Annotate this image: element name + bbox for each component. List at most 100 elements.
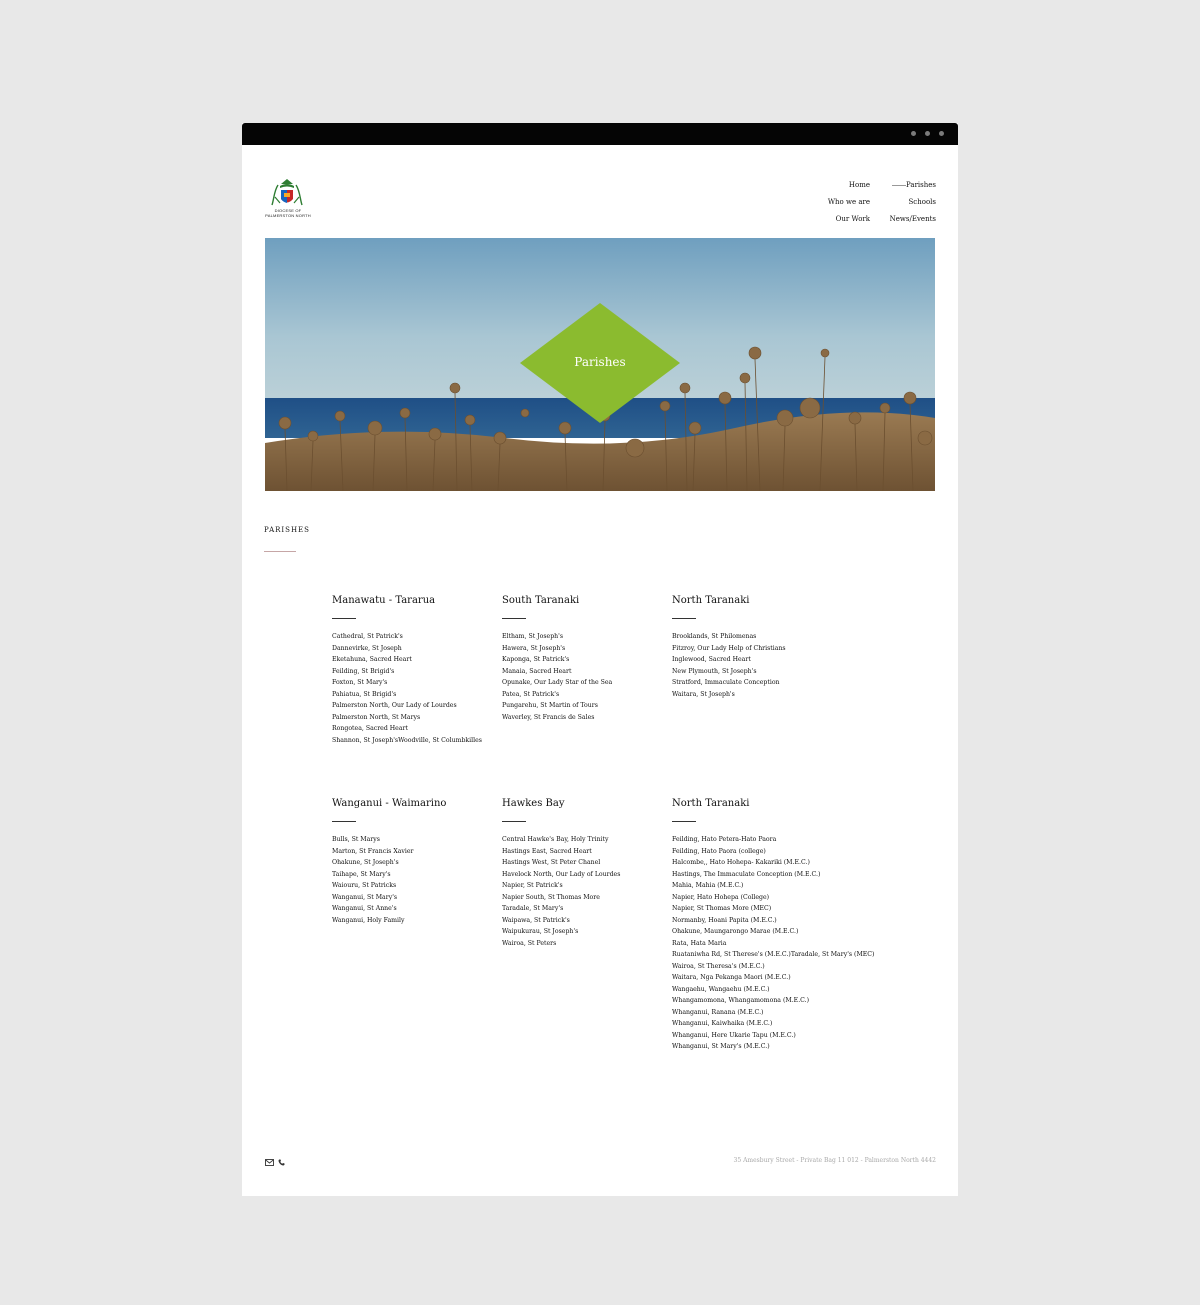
parish-item[interactable]: Feilding, Hato Petera-Hato Paora [672, 834, 902, 846]
parish-item[interactable]: Napier South, St Thomas More [502, 892, 667, 904]
parish-item[interactable]: Feilding, St Brigid's [332, 666, 497, 678]
parish-item[interactable]: Napier, St Thomas More (MEC) [672, 903, 902, 915]
parish-item[interactable]: Kaponga, St Patrick's [502, 654, 667, 666]
parish-item[interactable]: Whanganui, Here Ukarie Tapu (M.E.C.) [672, 1030, 902, 1042]
footer-contact-icons [265, 1159, 285, 1166]
window-dot-icon[interactable] [911, 131, 916, 136]
hero-title: Parishes [574, 355, 626, 369]
parish-item[interactable]: Napier, Hato Hohepa (College) [672, 892, 902, 904]
nav-news-events[interactable]: News/Events [886, 211, 936, 228]
section-label: PARISHES [264, 526, 310, 534]
parish-item[interactable]: Wairoa, St Peters [502, 938, 667, 950]
parish-item[interactable]: Central Hawke's Bay, Holy Trinity [502, 834, 667, 846]
parish-item[interactable]: Feilding, Hato Paora (college) [672, 846, 902, 858]
parish-item[interactable]: Wangaehu, Wangaehu (M.E.C.) [672, 984, 902, 996]
window-controls [911, 131, 944, 136]
hero-banner: Parishes [265, 238, 935, 491]
logo-caption: DIOCESE OF PALMERSTON NORTH [265, 208, 311, 218]
parish-item[interactable]: Waiouru, St Patricks [332, 880, 497, 892]
parish-item[interactable]: Dannevirke, St Joseph [332, 643, 497, 655]
parish-item[interactable]: Whanganui, Kaiwhaika (M.E.C.) [672, 1018, 902, 1030]
parish-item[interactable]: Hawera, St Joseph's [502, 643, 667, 655]
region-column: Manawatu - Tararua Cathedral, St Patrick… [332, 594, 497, 746]
parish-item[interactable]: Wanganui, Holy Family [332, 915, 497, 927]
footer-address: 35 Amesbury Street - Private Bag 11 012 … [733, 1157, 936, 1164]
parish-item[interactable]: Bulls, St Marys [332, 834, 497, 846]
parish-item[interactable]: Taihape, St Mary's [332, 869, 497, 881]
parish-item[interactable]: Whanganui, Ranana (M.E.C.) [672, 1007, 902, 1019]
parish-item[interactable]: Halcombe,, Hato Hohepa- Kakariki (M.E.C.… [672, 857, 902, 869]
region-divider [672, 618, 696, 619]
parish-item[interactable]: Whanganui, St Mary's (M.E.C.) [672, 1041, 902, 1053]
parish-item[interactable]: Pahiatua, St Brigid's [332, 689, 497, 701]
window-dot-icon[interactable] [939, 131, 944, 136]
parish-item[interactable]: Eketahuna, Sacred Heart [332, 654, 497, 666]
parish-item[interactable]: Stratford, Immaculate Conception [672, 677, 837, 689]
region-divider [332, 618, 356, 619]
region-column: Hawkes Bay Central Hawke's Bay, Holy Tri… [502, 797, 667, 949]
parish-item[interactable]: Opunake, Our Lady Star of the Sea [502, 677, 667, 689]
parish-item[interactable]: Ohakune, Maungarongo Marae (M.E.C.) [672, 926, 902, 938]
browser-window: DIOCESE OF PALMERSTON NORTH Home Who we … [242, 123, 958, 1196]
parish-list: Cathedral, St Patrick's Dannevirke, St Jo… [332, 631, 497, 746]
parish-item[interactable]: Rata, Hata Maria [672, 938, 902, 950]
nav-schools[interactable]: Schools [886, 194, 936, 211]
region-title: South Taranaki [502, 595, 580, 606]
parish-item[interactable]: Mahia, Mahia (M.E.C.) [672, 880, 902, 892]
parish-item[interactable]: Whangamomona, Whangamomona (M.E.C.) [672, 995, 902, 1007]
parish-item[interactable]: Havelock North, Our Lady of Lourdes [502, 869, 667, 881]
parish-item[interactable]: Hastings East, Sacred Heart [502, 846, 667, 858]
parish-item[interactable]: Ohakune, St Joseph's [332, 857, 497, 869]
parish-list: Bulls, St Marys Marton, St Francis Xavier… [332, 834, 497, 926]
parish-item[interactable]: Rongotea, Sacred Heart [332, 723, 497, 735]
parish-list: Central Hawke's Bay, Holy Trinity Hasting… [502, 834, 667, 949]
region-divider [672, 821, 696, 822]
parish-item[interactable]: Shannon, St Joseph'sWoodville, St Columb… [332, 735, 497, 747]
phone-icon[interactable] [278, 1159, 285, 1166]
parish-item[interactable]: Eltham, St Joseph's [502, 631, 667, 643]
mail-icon[interactable] [265, 1159, 274, 1166]
parish-item[interactable]: Pungarehu, St Martin of Tours [502, 700, 667, 712]
parish-item[interactable]: Marton, St Francis Xavier [332, 846, 497, 858]
region-divider [332, 821, 356, 822]
region-column: North Taranaki Brooklands, St Philomenas… [672, 594, 837, 700]
crest-icon [271, 179, 303, 206]
nav-active-item: Parishes [886, 177, 936, 194]
region-title: North Taranaki [672, 798, 750, 809]
region-divider [502, 821, 526, 822]
parish-item[interactable]: Palmerston North, St Marys [332, 712, 497, 724]
nav-home[interactable]: Home [824, 177, 870, 194]
parish-item[interactable]: Waverley, St Francis de Sales [502, 712, 667, 724]
parish-item[interactable]: Inglewood, Sacred Heart [672, 654, 837, 666]
parish-item[interactable]: Napier, St Patrick's [502, 880, 667, 892]
nav-our-work[interactable]: Our Work [824, 211, 870, 228]
parish-item[interactable]: Taradale, St Mary's [502, 903, 667, 915]
window-titlebar [242, 123, 958, 145]
nav-who-we-are[interactable]: Who we are [824, 194, 870, 211]
section-divider [264, 551, 296, 552]
parish-item[interactable]: Normanby, Hoani Papita (M.E.C.) [672, 915, 902, 927]
parish-item[interactable]: Foxton, St Mary's [332, 677, 497, 689]
parish-item[interactable]: Manaia, Sacred Heart [502, 666, 667, 678]
parish-item[interactable]: Hastings West, St Peter Chanel [502, 857, 667, 869]
parish-item[interactable]: Patea, St Patrick's [502, 689, 667, 701]
parish-item[interactable]: Hastings, The Immaculate Conception (M.E… [672, 869, 902, 881]
parish-item[interactable]: Waipawa, St Patrick's [502, 915, 667, 927]
active-indicator [892, 185, 906, 186]
parish-item[interactable]: Ruataniwha Rd, St Therese's (M.E.C.)Tara… [672, 949, 902, 961]
parish-item[interactable]: Palmerston North, Our Lady of Lourdes [332, 700, 497, 712]
parish-item[interactable]: Waipukurau, St Joseph's [502, 926, 667, 938]
parish-item[interactable]: Cathedral, St Patrick's [332, 631, 497, 643]
parish-item[interactable]: Waitara, St Joseph's [672, 689, 837, 701]
parish-item[interactable]: Wanganui, St Anne's [332, 903, 497, 915]
window-dot-icon[interactable] [925, 131, 930, 136]
parish-item[interactable]: Wairoa, St Theresa's (M.E.C.) [672, 961, 902, 973]
parish-item[interactable]: Brooklands, St Philomenas [672, 631, 837, 643]
parish-item[interactable]: New Plymouth, St Joseph's [672, 666, 837, 678]
region-column: Wanganui - Waimarino Bulls, St Marys Mart… [332, 797, 497, 926]
parish-item[interactable]: Wanganui, St Mary's [332, 892, 497, 904]
region-title: North Taranaki [672, 595, 750, 606]
parish-item[interactable]: Fitzroy, Our Lady Help of Christians [672, 643, 837, 655]
region-title: Hawkes Bay [502, 798, 565, 809]
parish-item[interactable]: Waitara, Nga Pekanga Maori (M.E.C.) [672, 972, 902, 984]
